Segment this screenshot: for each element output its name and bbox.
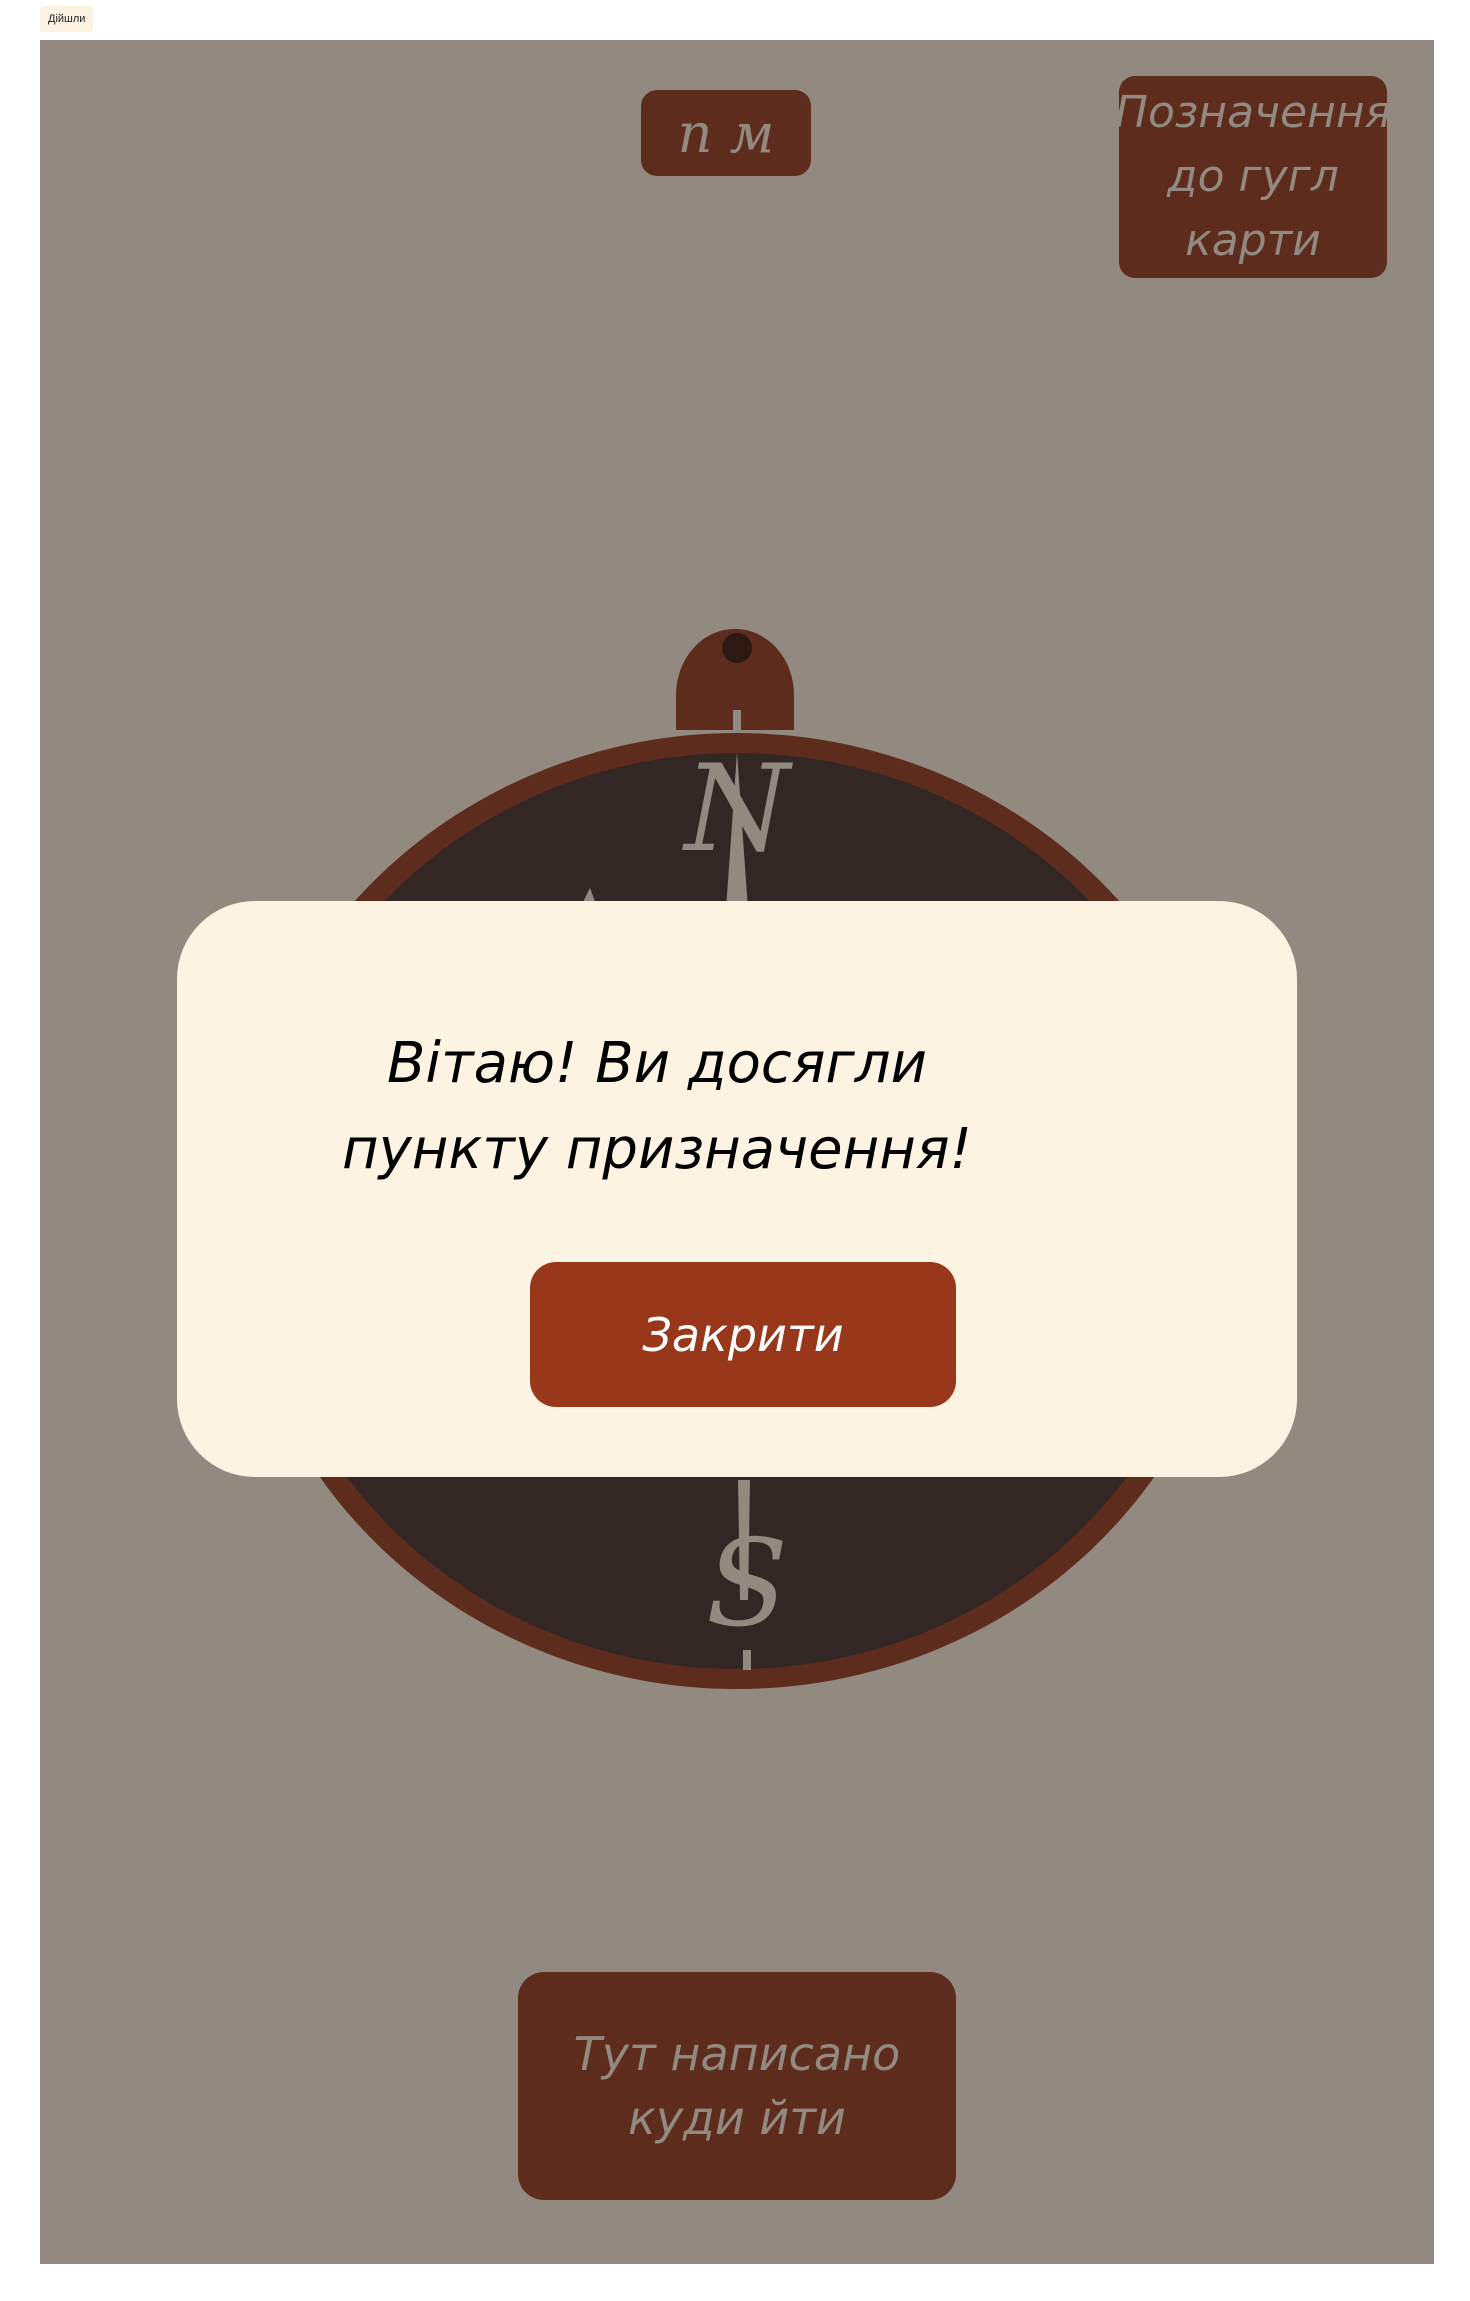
tab-label: Дійшли: [40, 6, 94, 32]
arrival-message: Вітаю! Ви досягли пункту призначення!: [342, 1031, 972, 1182]
close-button[interactable]: Закрити: [530, 1262, 956, 1407]
compass-south-label: S: [706, 1515, 788, 1654]
compass-loop-hole: [722, 633, 752, 663]
app-screen: n м Позначення до гугл карти N S Вітаю! …: [40, 40, 1434, 2264]
compass-north-label: N: [682, 740, 794, 879]
arrival-modal: Вітаю! Ви досягли пункту призначення! За…: [177, 901, 1297, 1477]
directions-hint-label: Тут написано куди йти: [573, 2027, 901, 2145]
directions-hint-button[interactable]: Тут написано куди йти: [518, 1972, 956, 2200]
